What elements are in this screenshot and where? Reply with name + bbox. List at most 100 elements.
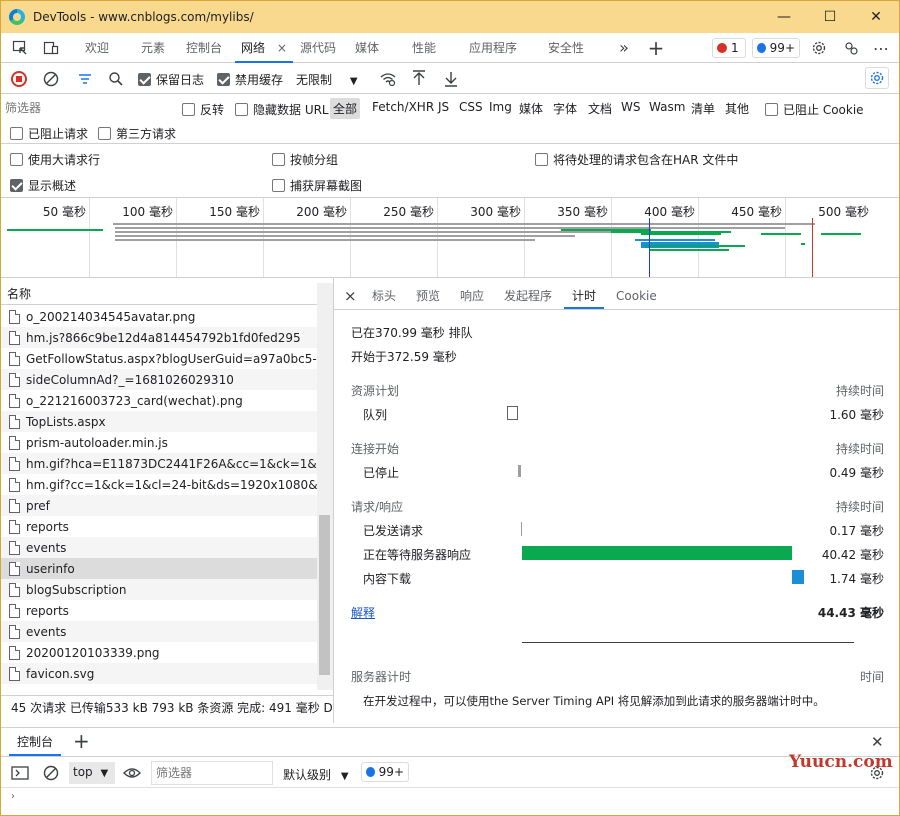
network-settings-icon[interactable] — [865, 67, 889, 89]
name-column-header[interactable]: 名称 — [1, 283, 333, 305]
request-row[interactable]: o_200214034545avatar.png — [1, 306, 317, 327]
filter-type-wasm[interactable]: Wasm — [649, 100, 685, 114]
console-clear-icon[interactable] — [43, 765, 59, 781]
request-row[interactable]: o_221216003723_card(wechat).png — [1, 390, 317, 411]
tab-response[interactable]: 响应 — [460, 283, 484, 309]
console-output[interactable]: › — [1, 789, 899, 815]
har-pending-check[interactable] — [535, 153, 548, 166]
import-har-icon[interactable] — [411, 70, 427, 88]
tab-cookies[interactable]: Cookie — [616, 283, 657, 309]
request-row[interactable]: events — [1, 621, 317, 642]
maximize-button[interactable]: ☐ — [807, 1, 853, 33]
tab-performance[interactable]: 性能 — [405, 33, 443, 63]
request-row[interactable]: favicon.svg — [1, 663, 317, 684]
capture-screenshots-check[interactable] — [272, 179, 285, 192]
explanation-link[interactable]: 解释 — [351, 604, 375, 621]
more-menu-icon[interactable]: ⋯ — [872, 39, 890, 58]
errors-badge[interactable]: 1 — [712, 38, 746, 58]
filter-input[interactable] — [5, 98, 173, 118]
request-row[interactable]: 20200120103339.png — [1, 642, 317, 663]
console-sidebar-icon[interactable] — [11, 766, 29, 780]
filter-type-other[interactable]: 其他 — [725, 100, 749, 117]
tab-preview[interactable]: 预览 — [416, 283, 440, 309]
request-row[interactable]: TopLists.aspx — [1, 411, 317, 432]
log-level-select[interactable]: 默认级别 ▼ — [283, 766, 349, 783]
tab-headers[interactable]: 标头 — [372, 283, 396, 309]
tab-elements[interactable]: 元素 — [134, 33, 172, 63]
filter-type-ws[interactable]: WS — [621, 100, 640, 114]
inspect-element-icon[interactable] — [11, 39, 29, 57]
show-overview-check[interactable] — [10, 179, 23, 192]
request-row[interactable]: hm.js?866c9be12d4a814454792b1fd0fed295 — [1, 327, 317, 348]
har-pending-checkbox[interactable]: 将待处理的请求包含在HAR 文件中 — [535, 151, 738, 168]
tab-console[interactable]: 控制台 — [183, 33, 225, 63]
filter-type-css[interactable]: CSS — [459, 100, 483, 114]
settings-gear-icon[interactable] — [810, 39, 828, 57]
filter-type-all[interactable]: 全部 — [330, 98, 361, 119]
drawer-add-icon[interactable]: + — [73, 728, 90, 756]
request-row[interactable]: reports — [1, 600, 317, 621]
big-rows-checkbox[interactable]: 使用大请求行 — [10, 151, 100, 168]
request-row[interactable]: events — [1, 537, 317, 558]
issues-badge[interactable]: 99+ — [752, 38, 800, 58]
filter-type-manifest[interactable]: 清单 — [691, 100, 715, 117]
filter-type-media[interactable]: 媒体 — [519, 100, 543, 117]
hide-data-urls-check[interactable] — [235, 103, 248, 116]
tab-initiator[interactable]: 发起程序 — [504, 283, 552, 309]
request-row[interactable]: hm.gif?cc=1&ck=1&cl=24-bit&ds=1920x1080&… — [1, 474, 317, 495]
show-overview-checkbox[interactable]: 显示概述 — [10, 177, 76, 194]
request-row[interactable]: GetFollowStatus.aspx?blogUserGuid=a97a0b… — [1, 348, 317, 369]
group-by-frame-check[interactable] — [272, 153, 285, 166]
capture-screenshots-checkbox[interactable]: 捕获屏幕截图 — [272, 177, 362, 194]
tab-security[interactable]: 安全性 — [543, 33, 589, 63]
blocked-cookies-check[interactable] — [765, 103, 778, 116]
request-row[interactable]: sideColumnAd?_=1681026029310 — [1, 369, 317, 390]
console-filter-input[interactable] — [151, 761, 273, 785]
invert-checkbox[interactable]: 反转 — [182, 101, 224, 118]
tab-application[interactable]: 应用程序 — [463, 33, 523, 63]
tab-network[interactable]: 网络 × — [235, 33, 293, 63]
record-stop-button[interactable] — [11, 71, 27, 87]
request-row[interactable]: hm.gif?hca=E11873DC2441F26A&cc=1&ck=1&cl… — [1, 453, 317, 474]
search-icon[interactable] — [108, 71, 124, 87]
filter-type-fetch-xhr[interactable]: Fetch/XHR — [372, 100, 434, 114]
group-by-frame-checkbox[interactable]: 按帧分组 — [272, 151, 338, 168]
blocked-requests-check[interactable] — [10, 127, 23, 140]
big-rows-check[interactable] — [10, 153, 23, 166]
console-issues-badge[interactable]: 99+ — [361, 762, 409, 782]
request-row-selected[interactable]: userinfo — [1, 558, 317, 579]
hide-data-urls-checkbox[interactable]: 隐藏数据 URL — [235, 101, 329, 118]
request-row[interactable]: blogSubscription — [1, 579, 317, 600]
tab-close-icon[interactable]: × — [277, 41, 287, 55]
clear-button[interactable] — [43, 71, 59, 87]
disable-cache-check[interactable] — [217, 73, 230, 86]
filter-type-font[interactable]: 字体 — [553, 100, 577, 117]
drawer-tab-console[interactable]: 控制台 — [9, 728, 62, 756]
window-close-button[interactable]: ✕ — [853, 1, 899, 33]
filter-type-js[interactable]: JS — [438, 100, 449, 114]
request-row[interactable]: reports — [1, 516, 317, 537]
scrollbar-thumb[interactable] — [319, 515, 330, 675]
throttling-select[interactable]: 无限制 ▼ — [296, 71, 358, 88]
tab-media[interactable]: 媒体 — [347, 33, 387, 63]
filter-type-doc[interactable]: 文档 — [588, 100, 612, 117]
invert-check[interactable] — [182, 103, 195, 116]
third-party-checkbox[interactable]: 第三方请求 — [98, 125, 176, 142]
filter-toggle-icon[interactable] — [77, 71, 93, 87]
disable-cache-checkbox[interactable]: 禁用缓存 — [217, 71, 283, 88]
more-tabs-icon[interactable]: » — [613, 33, 635, 63]
customize-icon[interactable] — [842, 39, 860, 57]
third-party-check[interactable] — [98, 127, 111, 140]
details-close-icon[interactable]: × — [344, 283, 357, 309]
context-select[interactable]: top ▼ — [69, 762, 115, 784]
live-expression-eye-icon[interactable] — [123, 765, 141, 781]
preserve-log-check[interactable] — [138, 73, 151, 86]
network-overview[interactable]: 50 毫秒 100 毫秒 150 毫秒 200 毫秒 250 毫秒 300 毫秒… — [1, 198, 899, 278]
request-row[interactable]: prism-autoloader.min.js — [1, 432, 317, 453]
export-har-icon[interactable] — [443, 70, 459, 88]
request-list[interactable]: o_200214034545avatar.png hm.js?866c9be12… — [1, 306, 317, 690]
add-tab-icon[interactable]: + — [645, 33, 667, 63]
minimize-button[interactable]: — — [761, 1, 807, 33]
network-conditions-icon[interactable] — [379, 71, 397, 87]
blocked-requests-checkbox[interactable]: 已阻止请求 — [10, 125, 88, 142]
